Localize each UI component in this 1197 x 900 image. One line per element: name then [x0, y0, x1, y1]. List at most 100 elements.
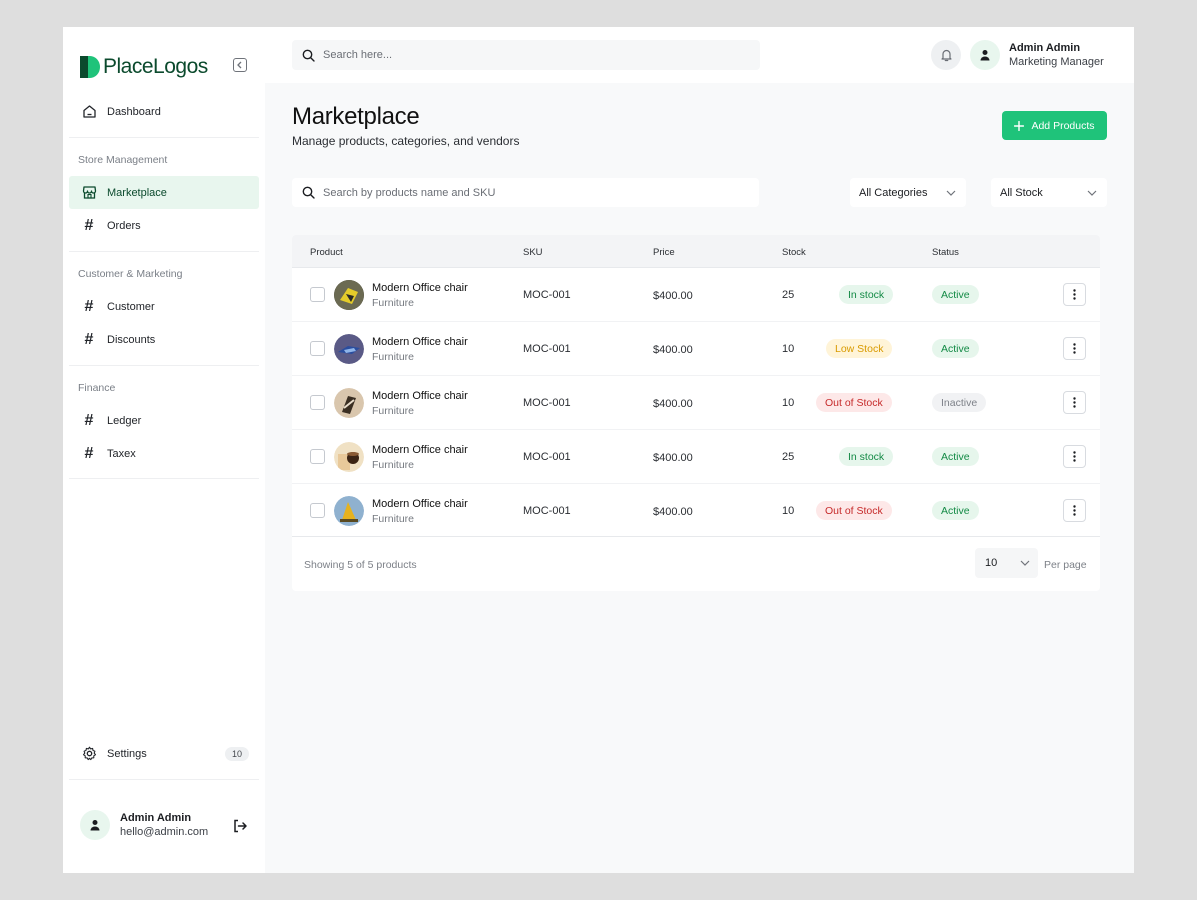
column-header-status: Status	[932, 247, 959, 258]
product-stock: 25	[782, 289, 795, 301]
sidebar-item-orders[interactable]: # Orders	[69, 209, 259, 242]
sidebar-item-label: Dashboard	[107, 105, 161, 118]
table-row[interactable]: Modern Office chair Furniture MOC-001 $4…	[292, 376, 1100, 430]
stock-status-badge: Low Stock	[826, 339, 893, 358]
sidebar-user-name: Admin Admin	[120, 812, 192, 824]
column-header-stock: Stock	[782, 247, 806, 258]
collapse-sidebar-button[interactable]	[233, 58, 247, 72]
row-actions-button[interactable]	[1063, 337, 1086, 360]
bell-icon	[940, 49, 952, 62]
hash-icon: #	[84, 216, 94, 234]
add-products-button[interactable]: Add Products	[1002, 111, 1107, 140]
divider	[69, 365, 259, 366]
row-actions-button[interactable]	[1063, 445, 1086, 468]
product-sku: MOC-001	[523, 397, 571, 409]
status-badge: Active	[932, 285, 979, 304]
product-stock: 10	[782, 505, 795, 517]
category-filter-select[interactable]: All Categories	[850, 178, 966, 207]
product-name: Modern Office chair	[372, 336, 468, 348]
product-price: $400.00	[653, 344, 693, 356]
sidebar-user[interactable]: Admin Admin hello@admin.com	[80, 810, 208, 840]
product-name: Modern Office chair	[372, 444, 468, 456]
logout-icon	[234, 819, 247, 833]
chevron-down-icon	[1020, 560, 1030, 566]
sidebar-item-ledger[interactable]: # Ledger	[69, 404, 259, 437]
product-thumbnail	[334, 280, 364, 310]
sidebar-item-discounts[interactable]: # Discounts	[69, 323, 259, 356]
pagination-summary: Showing 5 of 5 products	[304, 559, 417, 571]
product-price: $400.00	[653, 398, 693, 410]
row-checkbox[interactable]	[310, 395, 325, 410]
sidebar-item-customer[interactable]: # Customer	[69, 290, 259, 323]
sidebar-item-marketplace[interactable]: Marketplace	[69, 176, 259, 209]
topbar-user-menu[interactable]: Admin Admin Marketing Manager	[970, 40, 1104, 70]
topbar: Admin Admin Marketing Manager	[265, 27, 1134, 83]
product-search[interactable]	[292, 178, 759, 207]
brand-name: PlaceLogos	[103, 55, 208, 78]
row-actions-button[interactable]	[1063, 499, 1086, 522]
hash-icon: #	[84, 297, 94, 315]
product-thumbnail	[334, 442, 364, 472]
divider	[69, 478, 259, 479]
product-price: $400.00	[653, 506, 693, 518]
product-sku: MOC-001	[523, 343, 571, 355]
row-checkbox[interactable]	[310, 449, 325, 464]
product-category: Furniture	[372, 513, 415, 525]
table-row[interactable]: Modern Office chair Furniture MOC-001 $4…	[292, 268, 1100, 322]
category-filter-value: All Categories	[859, 186, 928, 199]
per-page-select[interactable]: 10	[975, 548, 1038, 578]
hash-icon: #	[84, 330, 94, 348]
avatar	[80, 810, 110, 840]
row-actions-button[interactable]	[1063, 391, 1086, 414]
brand-logo[interactable]: PlaceLogos	[80, 55, 208, 79]
row-checkbox[interactable]	[310, 503, 325, 518]
table-row[interactable]: Modern Office chair Furniture MOC-001 $4…	[292, 430, 1100, 484]
collapse-icon	[237, 61, 242, 69]
section-label-store: Store Management	[78, 154, 168, 166]
product-category: Furniture	[372, 459, 415, 471]
gear-icon	[81, 746, 97, 762]
column-header-product: Product	[310, 247, 343, 258]
store-icon	[81, 185, 97, 201]
sidebar-item-label: Marketplace	[107, 186, 167, 199]
more-vertical-icon	[1073, 397, 1076, 408]
sidebar-item-label: Ledger	[107, 414, 142, 427]
stock-filter-select[interactable]: All Stock	[991, 178, 1107, 207]
table-header: Product SKU Price Stock Status	[292, 235, 1100, 268]
sidebar-item-settings[interactable]: Settings 10	[69, 737, 259, 770]
settings-count-badge: 10	[224, 746, 249, 761]
product-category: Furniture	[372, 405, 415, 417]
product-category: Furniture	[372, 351, 415, 363]
logo-icon	[80, 56, 100, 78]
row-checkbox[interactable]	[310, 287, 325, 302]
table-footer-divider	[292, 536, 1100, 537]
table-row[interactable]: Modern Office chair Furniture MOC-001 $4…	[292, 322, 1100, 376]
product-sku: MOC-001	[523, 505, 571, 517]
stock-status-badge: Out of Stock	[816, 501, 892, 520]
sidebar-item-taxex[interactable]: # Taxex	[69, 437, 259, 470]
global-search[interactable]	[292, 40, 760, 70]
global-search-input[interactable]	[323, 49, 723, 61]
product-price: $400.00	[653, 452, 693, 464]
product-name: Modern Office chair	[372, 282, 468, 294]
topbar-user-name: Admin Admin	[1009, 42, 1081, 54]
search-icon	[302, 49, 315, 62]
product-sku: MOC-001	[523, 289, 571, 301]
hash-icon: #	[84, 444, 94, 462]
avatar	[970, 40, 1000, 70]
notifications-button[interactable]	[931, 40, 961, 70]
logout-button[interactable]	[232, 818, 248, 839]
product-search-input[interactable]	[323, 186, 723, 199]
app-window: PlaceLogos Dashboard Store Management Ma…	[63, 27, 1134, 873]
divider	[69, 251, 259, 252]
main-content: Marketplace Manage products, categories,…	[265, 83, 1134, 873]
table-row[interactable]: Modern Office chair Furniture MOC-001 $4…	[292, 484, 1100, 538]
row-actions-button[interactable]	[1063, 283, 1086, 306]
divider	[69, 137, 259, 138]
section-label-finance: Finance	[78, 382, 116, 394]
sidebar-item-dashboard[interactable]: Dashboard	[69, 95, 259, 128]
product-thumbnail	[334, 496, 364, 526]
stock-status-badge: In stock	[839, 285, 894, 304]
row-checkbox[interactable]	[310, 341, 325, 356]
add-products-label: Add Products	[1031, 119, 1095, 132]
